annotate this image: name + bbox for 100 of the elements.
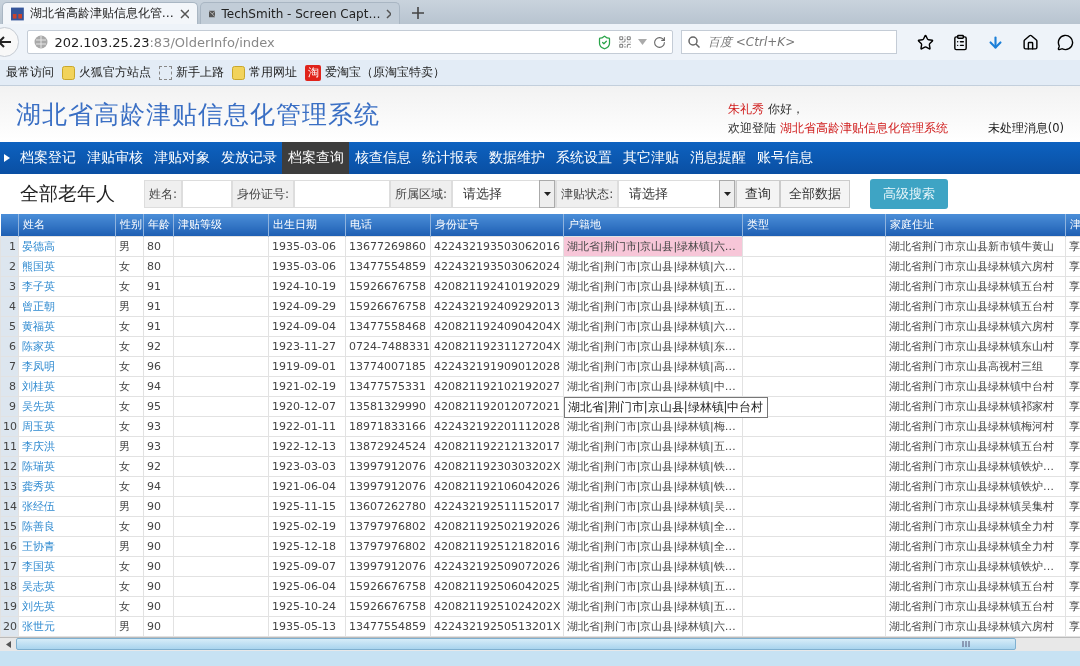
url-field[interactable]: 202.103.25.23:83/OlderInfo/index bbox=[27, 30, 673, 54]
table-cell: 湖北省|荆门市|京山县|绿林镇|六… bbox=[563, 236, 743, 256]
row-number: 11 bbox=[0, 436, 19, 456]
chat-icon[interactable] bbox=[1057, 33, 1074, 51]
advanced-search-button[interactable]: 高级搜索 bbox=[870, 179, 949, 209]
system-title: 湖北省高龄津贴信息化管理系统 bbox=[16, 98, 381, 131]
folder-icon bbox=[232, 65, 245, 80]
home-icon[interactable] bbox=[1022, 33, 1039, 51]
caret-icon[interactable] bbox=[723, 192, 731, 196]
row-number: 5 bbox=[0, 316, 19, 336]
row-number: 4 bbox=[0, 296, 19, 316]
column-header[interactable]: 身份证号 bbox=[430, 214, 564, 236]
nav-tab[interactable]: 发放记录 bbox=[215, 142, 282, 174]
page-heading: 全部老年人 bbox=[20, 181, 116, 206]
scroll-left-icon[interactable] bbox=[5, 640, 11, 648]
table-cell: 80 bbox=[143, 236, 174, 256]
select-field[interactable]: 请选择 bbox=[452, 180, 557, 208]
column-header[interactable]: 家庭住址 bbox=[885, 214, 1066, 236]
column-header[interactable]: 电话 bbox=[345, 214, 431, 236]
query-button[interactable]: 全部数据 bbox=[780, 180, 851, 208]
caret-icon[interactable] bbox=[543, 192, 551, 196]
nav-tab[interactable]: 数据维护 bbox=[483, 142, 550, 174]
messages-link[interactable]: 未处理消息(0) bbox=[987, 120, 1064, 136]
grip-icon[interactable] bbox=[962, 641, 970, 647]
row-number: 7 bbox=[0, 356, 19, 376]
row-number: 16 bbox=[0, 536, 19, 556]
search-field[interactable]: 百度 <Ctrl+K> bbox=[681, 30, 897, 54]
row-number: 15 bbox=[0, 516, 19, 536]
welcome-text: 欢迎登陆 bbox=[727, 121, 776, 136]
row-number: 19 bbox=[0, 596, 19, 616]
qr-code-icon[interactable] bbox=[618, 35, 632, 49]
triangle-icon bbox=[4, 154, 10, 162]
nav-tab[interactable]: 津贴审核 bbox=[81, 142, 148, 174]
page-icon bbox=[159, 65, 172, 80]
reading-list-icon[interactable] bbox=[952, 33, 969, 51]
folder-icon bbox=[62, 65, 75, 80]
nav-tab[interactable]: 津贴对象 bbox=[148, 142, 215, 174]
row-number: 2 bbox=[0, 256, 19, 276]
site-icon bbox=[11, 6, 24, 21]
nav-tab[interactable]: 消息提醒 bbox=[684, 142, 751, 174]
bookmark[interactable]: 火狐官方站点 bbox=[62, 64, 151, 81]
star-icon[interactable] bbox=[917, 33, 934, 51]
table-cell: 湖北省荆门市京山县新市镇牛黄山 bbox=[885, 236, 1066, 256]
plus-icon[interactable] bbox=[412, 7, 424, 19]
user-name: 朱礼秀 bbox=[727, 102, 764, 117]
row-number: 20 bbox=[0, 616, 19, 636]
system-name: 湖北省高龄津贴信息化管理系统 bbox=[779, 121, 948, 136]
field-label: 身份证号: bbox=[232, 180, 295, 208]
greeting: 你好， bbox=[767, 102, 804, 117]
row-number: 13 bbox=[0, 476, 19, 496]
select-field[interactable]: 请选择 bbox=[618, 180, 737, 208]
table-cell: 422432193503062016 bbox=[430, 236, 564, 256]
column-header[interactable]: 年龄 bbox=[143, 214, 174, 236]
row-number: 18 bbox=[0, 576, 19, 596]
search-icon[interactable] bbox=[688, 36, 700, 48]
row-number: 8 bbox=[0, 376, 19, 396]
shop-badge: 淘 bbox=[305, 64, 321, 81]
row-number: 9 bbox=[0, 396, 19, 416]
row-number: 1 bbox=[0, 236, 19, 256]
download-icon[interactable] bbox=[987, 33, 1004, 51]
browser-tab[interactable]: TechSmith - Screen Capt… bbox=[200, 2, 400, 24]
nav-tab[interactable]: 其它津贴 bbox=[617, 142, 684, 174]
column-header[interactable]: 性别 bbox=[115, 214, 144, 236]
row-number: 17 bbox=[0, 556, 19, 576]
nav-tab[interactable]: 统计报表 bbox=[416, 142, 483, 174]
field-label: 津贴状态: bbox=[556, 180, 619, 208]
table-cell: 1935-03-06 bbox=[268, 236, 346, 256]
column-header[interactable]: 类型 bbox=[742, 214, 886, 236]
nav-tab[interactable]: 档案登记 bbox=[14, 142, 81, 174]
row-number: 12 bbox=[0, 456, 19, 476]
bookmark[interactable]: 淘 爱淘宝（原淘宝特卖） bbox=[305, 64, 445, 81]
table-cell: 13677269860 bbox=[345, 236, 431, 256]
back-arrow-icon[interactable] bbox=[0, 36, 12, 48]
bookmark[interactable]: 最常访问 bbox=[6, 64, 54, 81]
field-label: 姓名: bbox=[144, 180, 183, 208]
input-field[interactable] bbox=[182, 180, 233, 208]
column-header[interactable]: 姓名 bbox=[18, 214, 116, 236]
browser-tab[interactable]: 湖北省高龄津贴信息化管… bbox=[2, 2, 198, 24]
nav-tab[interactable]: 档案查询 bbox=[282, 142, 349, 174]
column-header[interactable]: 出生日期 bbox=[268, 214, 346, 236]
scroll-thumb[interactable] bbox=[16, 638, 1016, 650]
table-cell: 男 bbox=[115, 236, 144, 256]
tooltip: 湖北省|荆门市|京山县|绿林镇|中台村 bbox=[564, 396, 768, 418]
bookmark[interactable]: 常用网址 bbox=[232, 64, 297, 81]
nav-tab[interactable]: 核查信息 bbox=[349, 142, 416, 174]
bookmark[interactable]: 新手上路 bbox=[159, 64, 224, 81]
column-header[interactable]: 津贴等级 bbox=[173, 214, 269, 236]
nav-tab[interactable]: 系统设置 bbox=[550, 142, 617, 174]
reload-icon[interactable] bbox=[653, 35, 666, 49]
input-field[interactable] bbox=[294, 180, 391, 208]
nav-tab[interactable]: 账号信息 bbox=[751, 142, 818, 174]
row-number: 14 bbox=[0, 496, 19, 516]
row-number: 3 bbox=[0, 276, 19, 296]
header-corner bbox=[0, 214, 19, 236]
field-label: 所属区域: bbox=[390, 180, 453, 208]
column-header[interactable]: 户籍地 bbox=[563, 214, 743, 236]
globe-icon bbox=[34, 35, 49, 49]
shield-icon[interactable] bbox=[597, 34, 612, 50]
row-number: 6 bbox=[0, 336, 19, 356]
query-button[interactable]: 查询 bbox=[736, 180, 781, 208]
